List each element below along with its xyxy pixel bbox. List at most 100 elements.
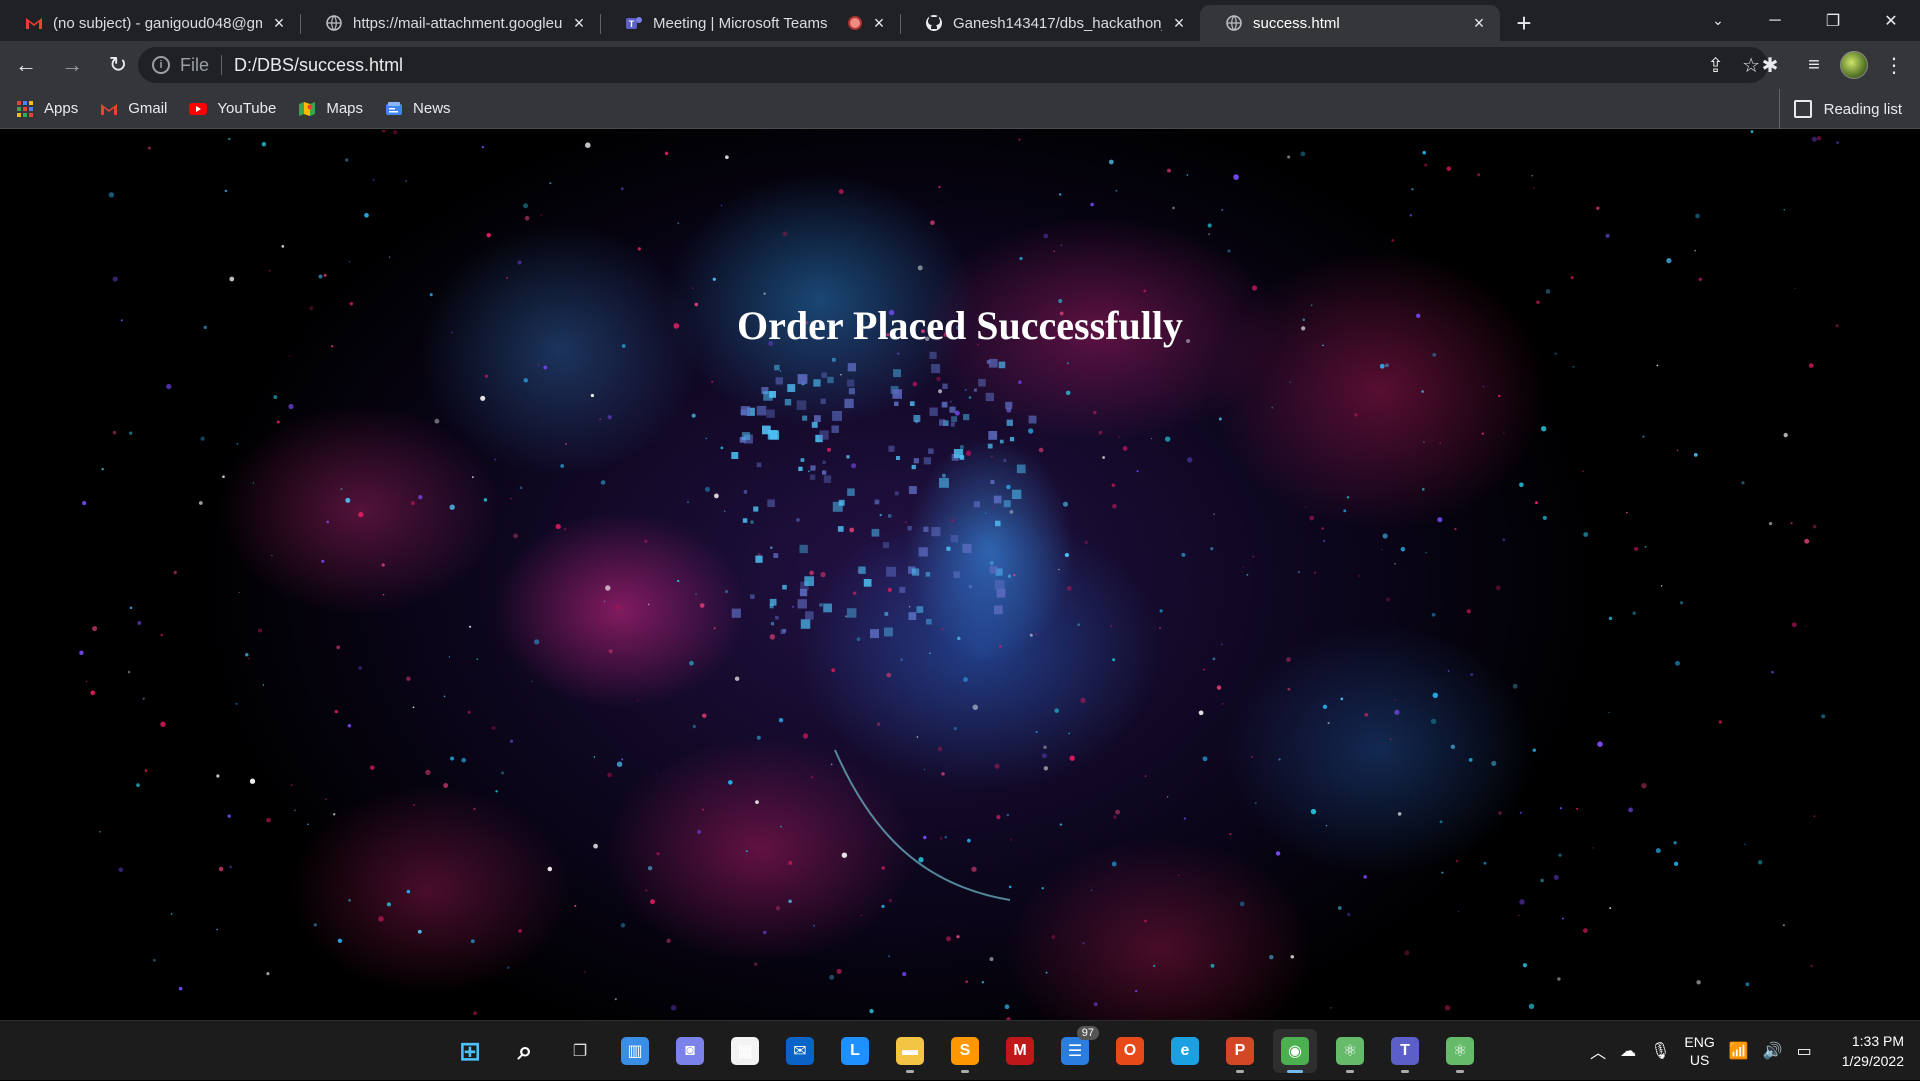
language-line1: ENG [1684, 1034, 1715, 1050]
tab-success[interactable]: success.html × [1200, 5, 1500, 41]
l-app-icon: L [841, 1037, 869, 1065]
maps-icon [298, 101, 316, 117]
system-tray: ︿ ☁ 🎙 ENG US 📶 🔊 ▭ 1:33 PM 1/29/2022 [1590, 1021, 1904, 1081]
tab-teams-meeting[interactable]: T Meeting | Microsoft Teams × [600, 5, 900, 41]
taskbar-sublime-text-button[interactable]: S [943, 1029, 987, 1073]
show-hidden-icons-chevron-icon[interactable]: ︿ [1590, 1039, 1606, 1063]
reading-list-label: Reading list [1823, 100, 1902, 118]
more-menu-icon[interactable]: ⋮ [1876, 47, 1912, 83]
close-tab-icon[interactable]: × [270, 14, 288, 32]
volume-icon[interactable]: 🔊 [1763, 1041, 1783, 1061]
bookmark-maps[interactable]: Maps [298, 100, 363, 117]
bookmark-gmail[interactable]: Gmail [100, 100, 167, 117]
taskbar-mail-button[interactable]: ✉ [778, 1029, 822, 1073]
close-window-icon[interactable]: ✕ [1862, 0, 1920, 41]
todo-icon: ☰ [1061, 1037, 1089, 1065]
reading-list-button[interactable]: Reading list [1778, 89, 1902, 129]
forward-arrow-icon[interactable]: → [52, 47, 92, 83]
edge-icon: e [1171, 1037, 1199, 1065]
taskbar-todo-button[interactable]: ☰ 97 [1053, 1026, 1099, 1073]
bookmark-label: Maps [326, 100, 364, 117]
taskbar-apps: ⊞ ⌕ ❐ ▥ ◙ ▦ ✉ L ▬ S M ☰ 97 Oe P ◉ ⚛ T ⚛ [448, 1026, 1482, 1073]
tab-search-chevron-icon[interactable]: ⌄ [1706, 8, 1730, 32]
chrome-icon: ◉ [1281, 1037, 1309, 1065]
clock-date: 1/29/2022 [1841, 1053, 1904, 1069]
tab-title: Ganesh143417/dbs_hackathon_3 [953, 14, 1162, 32]
minimize-icon[interactable]: ─ [1746, 0, 1804, 41]
taskbar-search-button[interactable]: ⌕ [503, 1029, 547, 1073]
media-playlist-icon[interactable]: ≡ [1796, 47, 1832, 83]
bookmark-label: News [413, 100, 451, 117]
taskbar-l-app-button[interactable]: L [833, 1029, 877, 1073]
search-icon: ⌕ [517, 1035, 533, 1065]
taskbar-chat-button[interactable]: ◙ [668, 1029, 712, 1073]
tab-title: (no subject) - ganigoud048@gm [53, 14, 262, 32]
start-icon: ⊞ [459, 1035, 481, 1066]
taskbar-chrome-button[interactable]: ◉ [1273, 1029, 1317, 1073]
close-tab-icon[interactable]: × [1170, 14, 1188, 32]
running-indicator [1236, 1070, 1244, 1073]
taskbar-office-button[interactable]: O [1108, 1029, 1152, 1073]
battery-icon[interactable]: ▭ [1797, 1041, 1812, 1061]
bookmark-youtube[interactable]: YouTube [189, 100, 276, 117]
taskbar-store-button[interactable]: ▦ [723, 1029, 767, 1073]
windows-taskbar: ⊞ ⌕ ❐ ▥ ◙ ▦ ✉ L ▬ S M ☰ 97 Oe P ◉ ⚛ T ⚛ ︿ ☁ 🎙 ENG US 📶 🔊 ▭… [0, 1020, 1920, 1080]
taskbar-teams-button[interactable]: T [1383, 1029, 1427, 1073]
taskbar-widgets-button[interactable]: ▥ [613, 1029, 657, 1073]
site-info-icon[interactable]: i [152, 56, 170, 74]
tab-github[interactable]: Ganesh143417/dbs_hackathon_3 × [900, 5, 1200, 41]
running-indicator [961, 1070, 969, 1073]
close-tab-icon[interactable]: × [1470, 14, 1488, 32]
system-clock[interactable]: 1:33 PM 1/29/2022 [1842, 1031, 1904, 1071]
taskbar-task-view-button[interactable]: ❐ [558, 1029, 602, 1073]
language-indicator[interactable]: ENG US [1684, 1033, 1714, 1069]
powerpoint-icon: P [1226, 1037, 1254, 1065]
file-explorer-icon: ▬ [896, 1037, 924, 1065]
running-indicator [1287, 1070, 1303, 1073]
running-indicator [906, 1070, 914, 1073]
taskbar-file-explorer-button[interactable]: ▬ [888, 1029, 932, 1073]
news-icon [385, 101, 403, 117]
url-text[interactable]: D:/DBS/success.html [234, 55, 403, 76]
browser-toolbar: ← → ↻ i File D:/DBS/success.html ⇪ ☆ ✱ ≡… [0, 41, 1920, 89]
tab-mail-attachment[interactable]: https://mail-attachment.googleu × [300, 5, 600, 41]
apps-grid-icon [16, 100, 34, 117]
atom-2-icon: ⚛ [1446, 1037, 1474, 1065]
bookmark-news[interactable]: News [385, 100, 451, 117]
chat-icon: ◙ [676, 1037, 704, 1065]
tab-title: success.html [1253, 14, 1340, 32]
close-tab-icon[interactable]: × [870, 14, 888, 32]
galaxy-background-image [79, 130, 1839, 1020]
address-bar[interactable]: i File D:/DBS/success.html ⇪ ☆ [138, 47, 1768, 83]
profile-avatar[interactable] [1840, 51, 1868, 79]
globe-icon [325, 14, 343, 32]
language-line2: US [1689, 1052, 1710, 1068]
taskbar-atom-button[interactable]: ⚛ [1328, 1029, 1372, 1073]
window-controls: ─ ❐ ✕ [1746, 0, 1920, 41]
restore-icon[interactable]: ❐ [1804, 0, 1862, 41]
reload-icon[interactable]: ↻ [98, 47, 138, 83]
taskbar-atom-2-button[interactable]: ⚛ [1438, 1029, 1482, 1073]
onedrive-cloud-icon[interactable]: ☁ [1620, 1041, 1636, 1061]
microphone-icon[interactable]: 🎙 [1650, 1041, 1670, 1061]
mcafee-icon: M [1006, 1037, 1034, 1065]
atom-icon: ⚛ [1336, 1037, 1364, 1065]
new-tab-button[interactable]: + [1504, 5, 1544, 41]
bookmark-apps[interactable]: Apps [16, 100, 78, 117]
wifi-icon[interactable]: 📶 [1729, 1041, 1749, 1061]
close-tab-icon[interactable]: × [570, 14, 588, 32]
extensions-puzzle-icon[interactable]: ✱ [1752, 47, 1788, 83]
taskbar-edge-button[interactable]: e [1163, 1029, 1207, 1073]
tab-gmail[interactable]: (no subject) - ganigoud048@gm × [0, 5, 300, 41]
tab-title: Meeting | Microsoft Teams [653, 14, 828, 32]
page-viewport: Order Placed Successfully [0, 130, 1920, 1020]
github-icon [925, 14, 943, 32]
widgets-icon: ▥ [621, 1037, 649, 1065]
running-indicator [1346, 1070, 1354, 1073]
taskbar-start-button[interactable]: ⊞ [448, 1029, 492, 1073]
share-icon[interactable]: ⇪ [1707, 53, 1724, 78]
taskbar-mcafee-button[interactable]: M [998, 1029, 1042, 1073]
taskbar-powerpoint-button[interactable]: P [1218, 1029, 1262, 1073]
gmail-icon [25, 14, 43, 32]
back-arrow-icon[interactable]: ← [6, 47, 46, 83]
